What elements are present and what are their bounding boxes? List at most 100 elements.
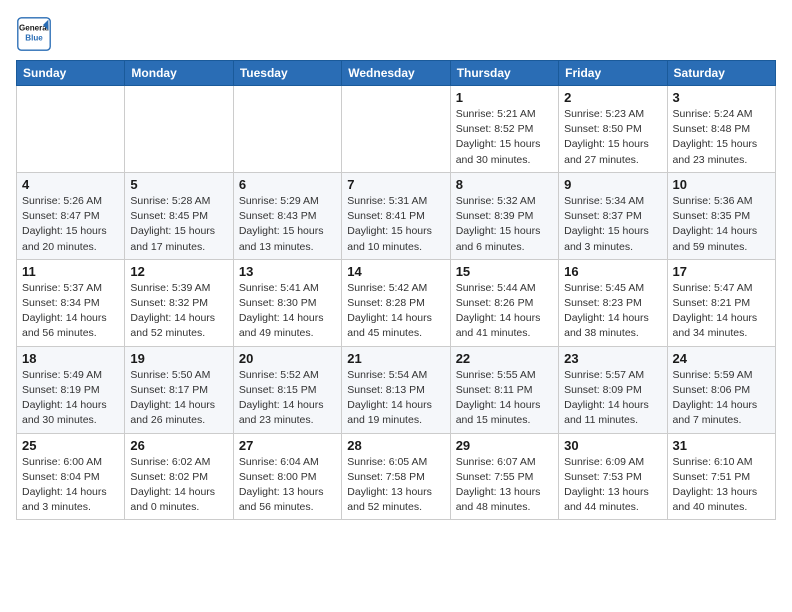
calendar-cell: 1 Sunrise: 5:21 AM Sunset: 8:52 PM Daylig… xyxy=(450,86,558,173)
weekday-header: Sunday xyxy=(17,61,125,86)
calendar-cell: 5 Sunrise: 5:28 AM Sunset: 8:45 PM Daylig… xyxy=(125,172,233,259)
calendar-cell: 8Sunrise: 5:32 AM Sunset: 8:39 PM Daylig… xyxy=(450,172,558,259)
day-number: 5 xyxy=(130,177,227,192)
day-info: Sunrise: 5:42 AM Sunset: 8:28 PM Dayligh… xyxy=(347,281,444,342)
day-number: 22 xyxy=(456,351,553,366)
day-info: Sunrise: 5:37 AM Sunset: 8:34 PM Dayligh… xyxy=(22,281,119,342)
calendar-cell: 7 Sunrise: 5:31 AM Sunset: 8:41 PM Daylig… xyxy=(342,172,450,259)
day-number: 8 xyxy=(456,177,553,192)
day-info: Sunrise: 6:07 AM Sunset: 7:55 PM Dayligh… xyxy=(456,455,553,516)
calendar-cell: 10Sunrise: 5:36 AM Sunset: 8:35 PM Dayli… xyxy=(667,172,775,259)
day-number: 11 xyxy=(22,264,119,279)
calendar-table: SundayMondayTuesdayWednesdayThursdayFrid… xyxy=(16,60,776,520)
calendar-cell: 13 Sunrise: 5:41 AM Sunset: 8:30 PM Dayli… xyxy=(233,259,341,346)
logo-icon: General Blue xyxy=(16,16,52,52)
day-number: 25 xyxy=(22,438,119,453)
calendar-cell: 16 Sunrise: 5:45 AM Sunset: 8:23 PM Dayli… xyxy=(559,259,667,346)
calendar-cell: 15 Sunrise: 5:44 AM Sunset: 8:26 PM Dayli… xyxy=(450,259,558,346)
weekday-header: Friday xyxy=(559,61,667,86)
day-info: Sunrise: 5:59 AM Sunset: 8:06 PM Dayligh… xyxy=(673,368,770,429)
day-number: 7 xyxy=(347,177,444,192)
calendar-cell: 27 Sunrise: 6:04 AM Sunset: 8:00 PM Dayli… xyxy=(233,433,341,520)
calendar-cell xyxy=(17,86,125,173)
calendar-cell: 12 Sunrise: 5:39 AM Sunset: 8:32 PM Dayli… xyxy=(125,259,233,346)
day-info: Sunrise: 5:39 AM Sunset: 8:32 PM Dayligh… xyxy=(130,281,227,342)
day-number: 6 xyxy=(239,177,336,192)
calendar-cell xyxy=(342,86,450,173)
day-info: Sunrise: 5:49 AM Sunset: 8:19 PM Dayligh… xyxy=(22,368,119,429)
page-header: General Blue xyxy=(16,16,776,52)
day-info: Sunrise: 6:02 AM Sunset: 8:02 PM Dayligh… xyxy=(130,455,227,516)
day-info: Sunrise: 5:44 AM Sunset: 8:26 PM Dayligh… xyxy=(456,281,553,342)
calendar-cell: 19 Sunrise: 5:50 AM Sunset: 8:17 PM Dayli… xyxy=(125,346,233,433)
day-number: 9 xyxy=(564,177,661,192)
day-info: Sunrise: 5:34 AM Sunset: 8:37 PM Dayligh… xyxy=(564,194,661,255)
day-number: 2 xyxy=(564,90,661,105)
day-info: Sunrise: 5:29 AM Sunset: 8:43 PM Dayligh… xyxy=(239,194,336,255)
day-number: 29 xyxy=(456,438,553,453)
logo: General Blue xyxy=(16,16,52,52)
calendar-cell: 25 Sunrise: 6:00 AM Sunset: 8:04 PM Dayli… xyxy=(17,433,125,520)
day-number: 30 xyxy=(564,438,661,453)
day-number: 17 xyxy=(673,264,770,279)
day-number: 16 xyxy=(564,264,661,279)
day-number: 3 xyxy=(673,90,770,105)
day-info: Sunrise: 5:31 AM Sunset: 8:41 PM Dayligh… xyxy=(347,194,444,255)
day-info: Sunrise: 5:41 AM Sunset: 8:30 PM Dayligh… xyxy=(239,281,336,342)
day-number: 20 xyxy=(239,351,336,366)
weekday-header: Monday xyxy=(125,61,233,86)
weekday-header: Tuesday xyxy=(233,61,341,86)
day-info: Sunrise: 5:24 AM Sunset: 8:48 PM Dayligh… xyxy=(673,107,770,168)
calendar-cell: 17 Sunrise: 5:47 AM Sunset: 8:21 PM Dayli… xyxy=(667,259,775,346)
calendar-cell: 9 Sunrise: 5:34 AM Sunset: 8:37 PM Daylig… xyxy=(559,172,667,259)
calendar-cell xyxy=(233,86,341,173)
day-info: Sunrise: 5:52 AM Sunset: 8:15 PM Dayligh… xyxy=(239,368,336,429)
day-number: 4 xyxy=(22,177,119,192)
calendar-cell: 26 Sunrise: 6:02 AM Sunset: 8:02 PM Dayli… xyxy=(125,433,233,520)
calendar-cell: 6 Sunrise: 5:29 AM Sunset: 8:43 PM Daylig… xyxy=(233,172,341,259)
day-number: 14 xyxy=(347,264,444,279)
calendar-cell: 28 Sunrise: 6:05 AM Sunset: 7:58 PM Dayli… xyxy=(342,433,450,520)
day-number: 13 xyxy=(239,264,336,279)
day-info: Sunrise: 5:28 AM Sunset: 8:45 PM Dayligh… xyxy=(130,194,227,255)
day-info: Sunrise: 6:00 AM Sunset: 8:04 PM Dayligh… xyxy=(22,455,119,516)
calendar-cell: 24Sunrise: 5:59 AM Sunset: 8:06 PM Dayli… xyxy=(667,346,775,433)
calendar-cell: 22 Sunrise: 5:55 AM Sunset: 8:11 PM Dayli… xyxy=(450,346,558,433)
day-number: 12 xyxy=(130,264,227,279)
day-info: Sunrise: 5:57 AM Sunset: 8:09 PM Dayligh… xyxy=(564,368,661,429)
day-number: 10 xyxy=(673,177,770,192)
day-info: Sunrise: 6:05 AM Sunset: 7:58 PM Dayligh… xyxy=(347,455,444,516)
day-number: 1 xyxy=(456,90,553,105)
day-number: 28 xyxy=(347,438,444,453)
svg-text:Blue: Blue xyxy=(25,33,43,42)
day-info: Sunrise: 5:50 AM Sunset: 8:17 PM Dayligh… xyxy=(130,368,227,429)
calendar-cell: 30Sunrise: 6:09 AM Sunset: 7:53 PM Dayli… xyxy=(559,433,667,520)
day-number: 19 xyxy=(130,351,227,366)
day-number: 27 xyxy=(239,438,336,453)
day-info: Sunrise: 5:55 AM Sunset: 8:11 PM Dayligh… xyxy=(456,368,553,429)
day-number: 15 xyxy=(456,264,553,279)
calendar-cell: 31 Sunrise: 6:10 AM Sunset: 7:51 PM Dayli… xyxy=(667,433,775,520)
day-number: 21 xyxy=(347,351,444,366)
day-info: Sunrise: 6:04 AM Sunset: 8:00 PM Dayligh… xyxy=(239,455,336,516)
calendar-cell: 21Sunrise: 5:54 AM Sunset: 8:13 PM Dayli… xyxy=(342,346,450,433)
calendar-cell xyxy=(125,86,233,173)
day-number: 23 xyxy=(564,351,661,366)
weekday-header: Saturday xyxy=(667,61,775,86)
day-number: 26 xyxy=(130,438,227,453)
day-info: Sunrise: 5:23 AM Sunset: 8:50 PM Dayligh… xyxy=(564,107,661,168)
day-info: Sunrise: 5:21 AM Sunset: 8:52 PM Dayligh… xyxy=(456,107,553,168)
day-info: Sunrise: 5:47 AM Sunset: 8:21 PM Dayligh… xyxy=(673,281,770,342)
weekday-header: Wednesday xyxy=(342,61,450,86)
day-number: 18 xyxy=(22,351,119,366)
calendar-cell: 11 Sunrise: 5:37 AM Sunset: 8:34 PM Dayli… xyxy=(17,259,125,346)
calendar-cell: 20 Sunrise: 5:52 AM Sunset: 8:15 PM Dayli… xyxy=(233,346,341,433)
weekday-header: Thursday xyxy=(450,61,558,86)
calendar-cell: 3 Sunrise: 5:24 AM Sunset: 8:48 PM Daylig… xyxy=(667,86,775,173)
calendar-cell: 4Sunrise: 5:26 AM Sunset: 8:47 PM Daylig… xyxy=(17,172,125,259)
day-number: 31 xyxy=(673,438,770,453)
calendar-cell: 2 Sunrise: 5:23 AM Sunset: 8:50 PM Daylig… xyxy=(559,86,667,173)
calendar-cell: 14 Sunrise: 5:42 AM Sunset: 8:28 PM Dayli… xyxy=(342,259,450,346)
day-info: Sunrise: 6:10 AM Sunset: 7:51 PM Dayligh… xyxy=(673,455,770,516)
day-info: Sunrise: 5:45 AM Sunset: 8:23 PM Dayligh… xyxy=(564,281,661,342)
